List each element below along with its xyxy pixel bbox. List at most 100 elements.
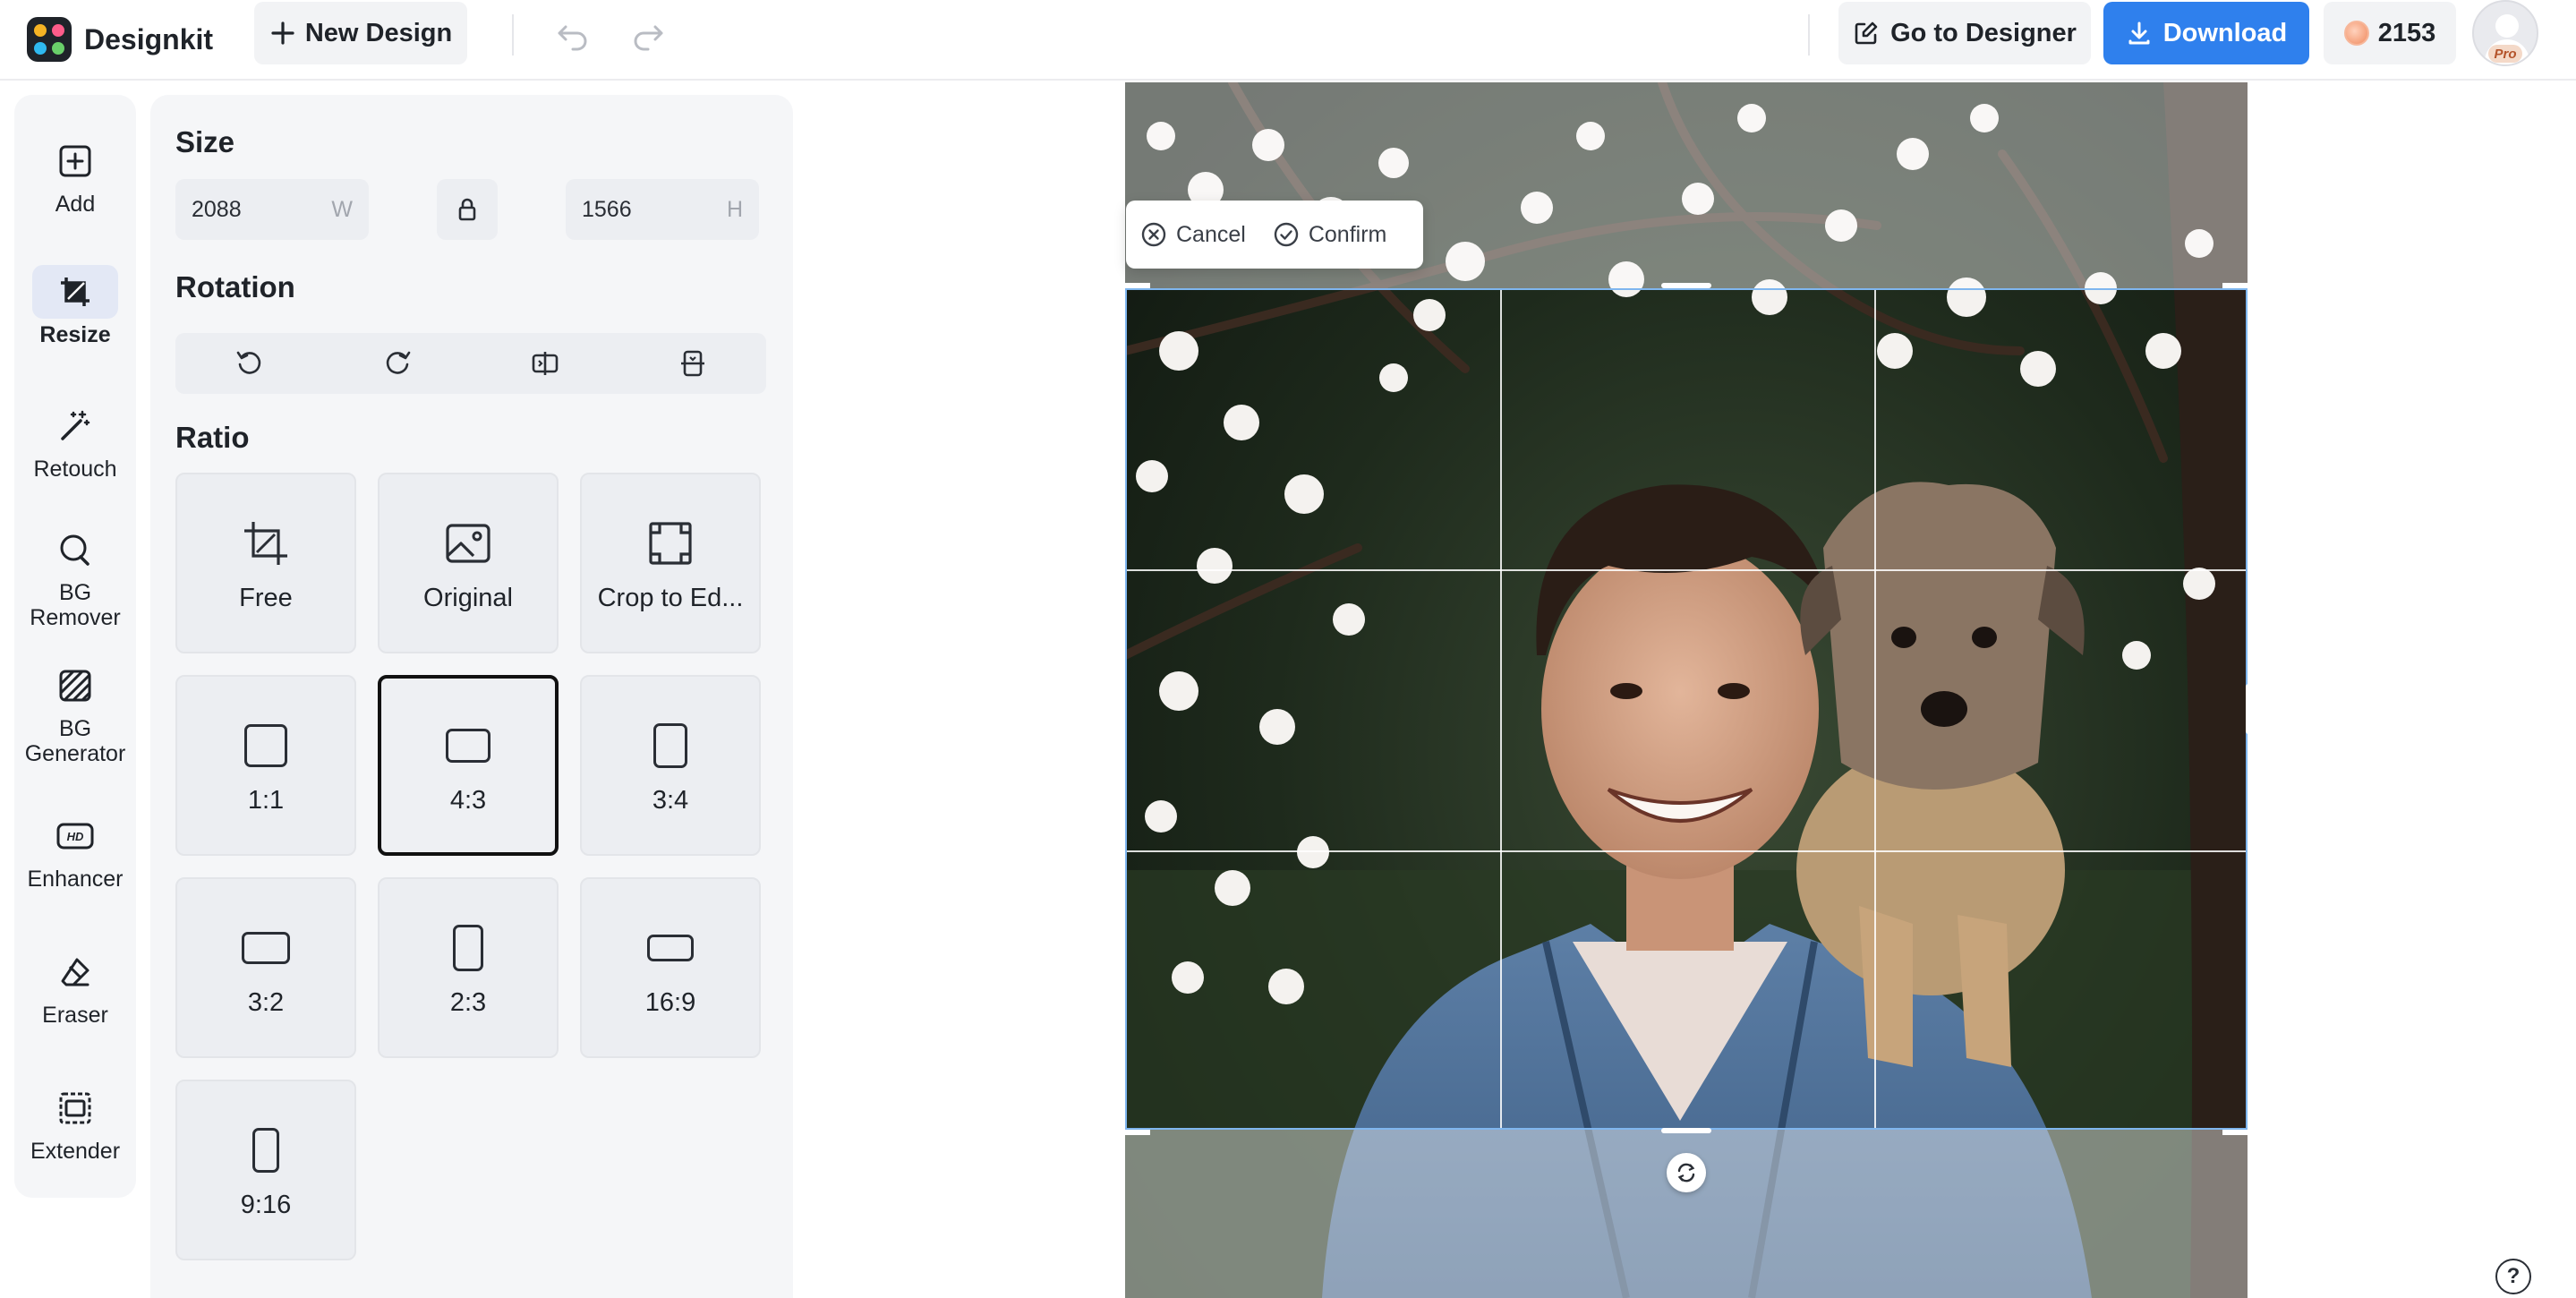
- ratio-option-original[interactable]: Original: [378, 473, 559, 653]
- rotate-left-icon: [236, 351, 260, 374]
- ratio-section-title: Ratio: [175, 421, 250, 454]
- crop-grid-line: [1127, 850, 2246, 852]
- ratio-option-2-3[interactable]: 2:3: [378, 877, 559, 1058]
- rail-item-enhancer[interactable]: HD Enhancer: [14, 809, 136, 892]
- flip-horizontal-button[interactable]: [471, 333, 618, 394]
- height-unit: H: [726, 196, 743, 222]
- flip-vertical-icon: [680, 350, 704, 377]
- download-label: Download: [2162, 18, 2288, 47]
- ratio-option-3-4[interactable]: 3:4: [580, 675, 761, 856]
- rail-label: Resize: [39, 322, 111, 347]
- crop-rotate-handle[interactable]: [1667, 1153, 1706, 1192]
- ratio-3-4-icon: [653, 716, 687, 775]
- new-design-button[interactable]: New Design: [254, 2, 467, 64]
- lock-icon: [458, 198, 476, 221]
- ratio-option-1-1[interactable]: 1:1: [175, 675, 356, 856]
- download-button[interactable]: Download: [2103, 2, 2309, 64]
- ratio-option-free[interactable]: Free: [175, 473, 356, 653]
- redo-button[interactable]: [628, 16, 668, 56]
- ratio-16-9-icon: [647, 918, 694, 978]
- ratio-label: Crop to Ed...: [597, 583, 744, 612]
- rail-label: Retouch: [33, 457, 117, 482]
- ratio-label: 9:16: [240, 1190, 292, 1219]
- rail-item-add[interactable]: Add: [14, 134, 136, 217]
- crop-cancel-button[interactable]: Cancel: [1140, 221, 1246, 248]
- ratio-label: 4:3: [449, 785, 487, 815]
- aspect-lock-button[interactable]: [437, 179, 498, 240]
- rotate-right-button[interactable]: [323, 333, 471, 394]
- crop-handle-bottom-left[interactable]: [1120, 1105, 1150, 1135]
- close-circle-icon: [1141, 222, 1166, 247]
- crop-handle-left[interactable]: [1120, 684, 1125, 734]
- ratio-option-3-2[interactable]: 3:2: [175, 877, 356, 1058]
- ratio-option-4-3[interactable]: 4:3: [378, 675, 559, 856]
- credits-value: 2153: [2377, 18, 2436, 47]
- magic-wand-icon: [48, 399, 102, 453]
- check-circle-icon: [1274, 222, 1299, 247]
- ratio-label: 1:1: [247, 785, 285, 815]
- ratio-option-crop-to-edge[interactable]: Crop to Ed...: [580, 473, 761, 653]
- crop-confirm-label: Confirm: [1308, 221, 1387, 247]
- ratio-option-16-9[interactable]: 16:9: [580, 877, 761, 1058]
- download-icon: [2128, 21, 2150, 45]
- flip-vertical-button[interactable]: [618, 333, 766, 394]
- ratio-option-9-16[interactable]: 9:16: [175, 1080, 356, 1260]
- top-bar: Designkit New Design Go to Designer Down…: [0, 0, 2576, 81]
- help-button[interactable]: ?: [2495, 1259, 2531, 1294]
- plus-square-icon: [48, 134, 102, 188]
- bg-remover-icon: [48, 523, 102, 576]
- width-value: 2088: [192, 196, 242, 222]
- rail-item-eraser[interactable]: Eraser: [14, 945, 136, 1028]
- help-icon: ?: [2506, 1264, 2521, 1288]
- rotate-left-button[interactable]: [175, 333, 323, 394]
- edit-external-icon: [1855, 21, 1878, 45]
- undo-icon: [558, 25, 587, 51]
- free-crop-icon: [241, 514, 291, 573]
- rail-item-resize[interactable]: Resize: [14, 265, 136, 347]
- svg-text:HD: HD: [67, 830, 84, 843]
- crop-to-edge-icon: [645, 514, 695, 573]
- ratio-label: Original: [423, 583, 513, 612]
- crop-handle-bottom-right[interactable]: [2222, 1105, 2253, 1135]
- width-input[interactable]: 2088 W: [175, 179, 369, 240]
- flip-horizontal-icon: [532, 352, 558, 375]
- logo-icon: [27, 17, 72, 62]
- rail-label: Extender: [30, 1139, 121, 1164]
- rail-item-extender[interactable]: Extender: [14, 1081, 136, 1164]
- toolbar-divider: [1808, 14, 1810, 56]
- ratio-label: Free: [239, 583, 293, 612]
- image-icon: [443, 514, 493, 573]
- rail-item-bg-generator[interactable]: BG Generator: [14, 659, 136, 766]
- rail-item-bg-remover[interactable]: BG Remover: [14, 523, 136, 630]
- ratio-3-2-icon: [242, 918, 290, 978]
- rotate-right-icon: [386, 351, 410, 374]
- crop-handle-bottom[interactable]: [1661, 1128, 1711, 1133]
- undo-button[interactable]: [553, 16, 593, 56]
- crop-handle-top-right[interactable]: [2222, 283, 2253, 313]
- crop-confirm-button[interactable]: Confirm: [1273, 221, 1387, 248]
- redo-icon: [634, 25, 663, 51]
- ratio-label: 3:4: [652, 785, 689, 815]
- go-to-designer-label: Go to Designer: [1890, 18, 2077, 47]
- ratio-4-3-icon: [446, 716, 490, 775]
- app-logo[interactable]: Designkit: [27, 13, 213, 66]
- ratio-label: 2:3: [449, 987, 487, 1017]
- go-to-designer-button[interactable]: Go to Designer: [1838, 2, 2091, 64]
- coin-icon: [2343, 21, 2369, 46]
- app-name: Designkit: [84, 22, 214, 56]
- rail-label: BG Remover: [30, 580, 121, 630]
- credits-counter[interactable]: 2153: [2324, 2, 2456, 64]
- crop-handle-right[interactable]: [2246, 684, 2251, 734]
- height-value: 1566: [582, 196, 632, 222]
- crop-box[interactable]: [1125, 288, 2248, 1130]
- new-design-label: New Design: [304, 18, 453, 47]
- crop-grid-line: [1500, 290, 1502, 1128]
- rail-label: Eraser: [42, 1003, 108, 1028]
- crop-grid-line: [1127, 569, 2246, 571]
- crop-handle-top-left[interactable]: [1120, 283, 1150, 313]
- crop-handle-top[interactable]: [1661, 283, 1711, 288]
- rail-item-retouch[interactable]: Retouch: [14, 399, 136, 482]
- height-input[interactable]: 1566 H: [566, 179, 759, 240]
- rotation-controls: [175, 333, 766, 394]
- ratio-label: 3:2: [247, 987, 285, 1017]
